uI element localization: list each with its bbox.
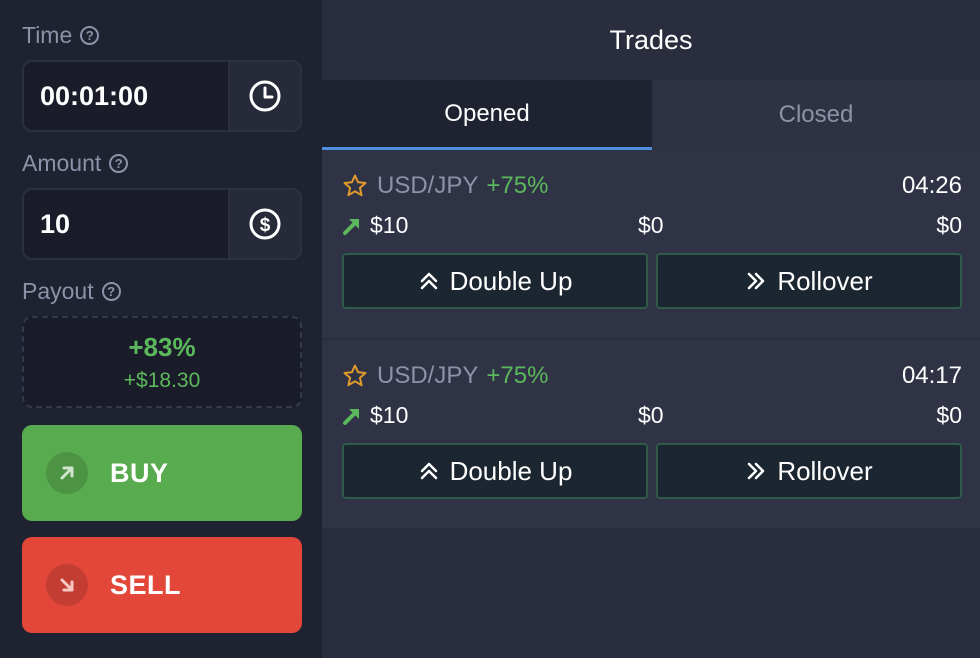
rollover-label: Rollover — [777, 265, 873, 296]
buy-label: BUY — [110, 457, 169, 488]
trade-panel: Time ? Amount ? $ Payout ? +83% +$18.30 — [0, 0, 322, 658]
double-up-label: Double Up — [449, 265, 573, 296]
trade-mid-value: $0 — [638, 402, 664, 428]
clock-icon — [249, 80, 281, 112]
amount-help-icon[interactable]: ? — [109, 154, 129, 173]
payout-help-icon[interactable]: ? — [101, 282, 121, 301]
amount-label-row: Amount ? — [22, 150, 129, 177]
double-chevron-right-icon — [748, 272, 765, 290]
currency-button[interactable]: $ — [228, 190, 300, 258]
time-label: Time — [22, 22, 73, 48]
trade-header: USD/JPY +75% 04:26 — [342, 172, 962, 200]
trades-tabs: Opened Closed — [322, 80, 980, 150]
rollover-button[interactable]: Rollover — [656, 443, 962, 499]
amount-field: $ — [22, 188, 302, 260]
arrow-down-right-icon — [46, 564, 88, 606]
trade-header: USD/JPY +75% 04:17 — [342, 362, 962, 390]
payout-label: Payout — [22, 278, 94, 304]
double-chevron-up-icon — [420, 272, 437, 290]
payout-box: +83% +$18.30 — [22, 316, 302, 408]
trade-card: USD/JPY +75% 04:26 $10 $0 $0 Double Up R… — [322, 150, 980, 338]
star-icon[interactable] — [342, 173, 368, 199]
double-chevron-right-icon — [748, 462, 765, 480]
amount-label: Amount — [22, 150, 102, 176]
rollover-button[interactable]: Rollover — [656, 253, 962, 309]
double-up-button[interactable]: Double Up — [342, 443, 648, 499]
trade-end-value: $0 — [936, 402, 962, 428]
payout-amount: +$18.30 — [123, 368, 201, 392]
time-label-row: Time ? — [22, 22, 100, 49]
star-icon[interactable] — [342, 363, 368, 389]
time-picker-button[interactable] — [228, 62, 300, 130]
trade-card: USD/JPY +75% 04:17 $10 $0 $0 Double Up R… — [322, 340, 980, 528]
arrow-up-right-icon — [343, 219, 359, 235]
trade-values: $10 $0 $0 — [342, 402, 962, 430]
trade-values: $10 $0 $0 — [342, 212, 962, 240]
trade-end-value: $0 — [936, 212, 962, 238]
tab-opened[interactable]: Opened — [322, 80, 652, 150]
time-field — [22, 60, 302, 132]
trade-timer: 04:26 — [901, 172, 962, 199]
arrow-up-right-icon — [343, 409, 359, 425]
double-up-button[interactable]: Double Up — [342, 253, 648, 309]
trade-timer: 04:17 — [901, 362, 962, 389]
time-input[interactable] — [24, 62, 228, 130]
trade-percent: +75% — [486, 362, 549, 389]
payout-percent: +83% — [128, 331, 196, 362]
trade-pair: USD/JPY — [377, 172, 479, 199]
trades-panel: Trades Opened Closed USD/JPY +75% 04:26 … — [322, 0, 980, 658]
svg-text:$: $ — [260, 215, 271, 236]
trades-title: Trades — [609, 24, 693, 55]
amount-input[interactable] — [24, 190, 228, 258]
payout-label-row: Payout ? — [22, 278, 121, 305]
sell-label: SELL — [110, 569, 182, 600]
trade-stake: $10 — [370, 212, 409, 238]
trade-mid-value: $0 — [638, 212, 664, 238]
arrow-up-right-icon — [46, 452, 88, 494]
time-help-icon[interactable]: ? — [80, 26, 100, 45]
trade-stake: $10 — [370, 402, 409, 428]
trade-pair: USD/JPY — [377, 362, 479, 389]
double-up-label: Double Up — [449, 455, 573, 486]
dollar-icon: $ — [249, 208, 281, 240]
double-chevron-up-icon — [420, 462, 437, 480]
rollover-label: Rollover — [777, 455, 873, 486]
trade-percent: +75% — [486, 172, 549, 199]
buy-button[interactable]: BUY — [22, 425, 302, 521]
tab-closed[interactable]: Closed — [652, 80, 980, 150]
sell-button[interactable]: SELL — [22, 537, 302, 633]
